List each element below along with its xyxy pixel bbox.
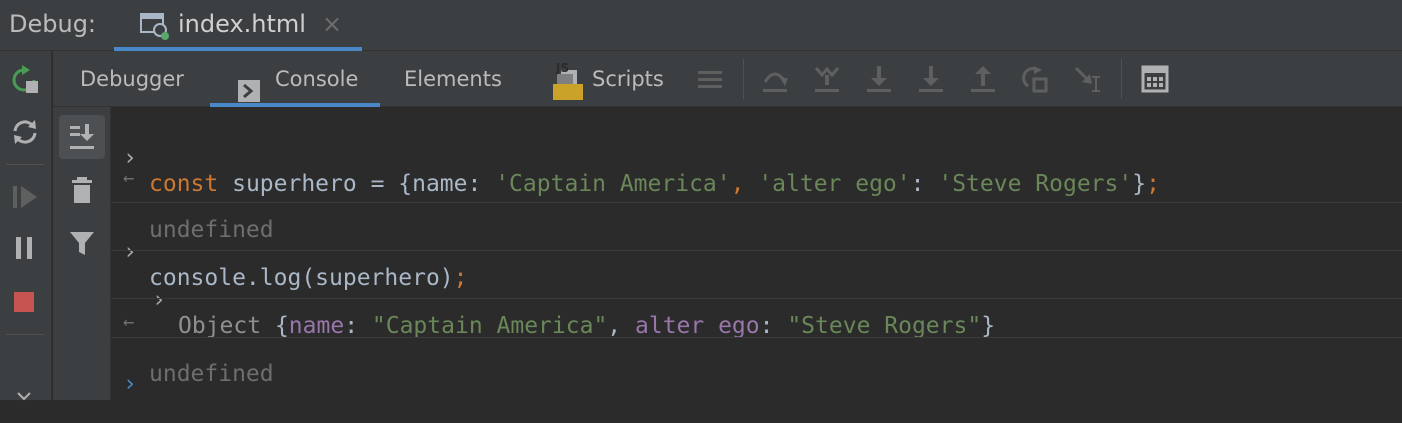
trash-icon[interactable] xyxy=(68,175,98,209)
tab-console-label: Console xyxy=(275,67,359,91)
restart-frame-icon[interactable] xyxy=(1020,64,1050,94)
filter-icon[interactable] xyxy=(68,228,98,262)
step-out-icon[interactable] xyxy=(968,64,998,94)
more-icon[interactable] xyxy=(10,386,40,416)
toolbar-separator xyxy=(743,59,744,99)
result-arrow-icon: ← xyxy=(123,311,135,333)
refresh-icon[interactable] xyxy=(10,117,40,147)
line-divider xyxy=(111,202,1402,203)
debug-side-toolbar xyxy=(0,51,52,401)
tab-scripts-label: Scripts xyxy=(592,67,664,91)
step-into-icon[interactable] xyxy=(864,64,894,94)
debugger-tabs-bar: Debugger Console Elements JS Scripts xyxy=(53,51,1402,107)
result-arrow-icon: ← xyxy=(123,167,135,189)
step-over-icon[interactable] xyxy=(760,64,790,94)
console-side-toolbar xyxy=(53,107,111,400)
run-to-cursor-icon[interactable] xyxy=(1072,64,1102,94)
line-divider xyxy=(111,337,1402,338)
layout-icon[interactable] xyxy=(695,64,725,94)
pause-icon[interactable] xyxy=(10,233,40,263)
evaluate-expression-icon[interactable] xyxy=(1140,64,1170,94)
line-divider xyxy=(111,298,1402,299)
close-tab-icon[interactable]: × xyxy=(322,10,342,38)
tab-debugger[interactable]: Debugger xyxy=(80,51,184,107)
toolbar-separator xyxy=(6,334,44,335)
tab-elements[interactable]: Elements xyxy=(404,51,502,107)
force-step-into-icon[interactable] xyxy=(916,64,946,94)
tab-console[interactable]: Console xyxy=(210,51,380,107)
resume-icon[interactable] xyxy=(10,182,40,212)
scroll-to-end-icon[interactable] xyxy=(67,122,97,156)
debug-label: Debug: xyxy=(9,10,97,38)
toolbar-separator xyxy=(6,164,44,165)
file-tab-label: index.html xyxy=(178,10,306,38)
html-file-icon xyxy=(140,11,170,45)
tab-scripts[interactable]: JS Scripts xyxy=(553,51,683,107)
file-tab-index-html[interactable]: index.html × xyxy=(114,0,362,51)
debug-tool-window-header: Debug: index.html × xyxy=(0,0,1402,51)
rerun-icon[interactable] xyxy=(10,65,40,95)
js-badge: JS xyxy=(556,61,570,75)
stop-icon[interactable] xyxy=(10,287,40,317)
console-prompt-line[interactable]: › xyxy=(111,345,1402,423)
console-output[interactable]: › const superhero = {name: 'Captain Amer… xyxy=(111,107,1402,400)
line-divider xyxy=(111,250,1402,251)
step-into-my-code-icon[interactable] xyxy=(812,64,842,94)
input-prompt-icon: › xyxy=(123,371,137,397)
toolbar-separator xyxy=(1121,59,1122,99)
